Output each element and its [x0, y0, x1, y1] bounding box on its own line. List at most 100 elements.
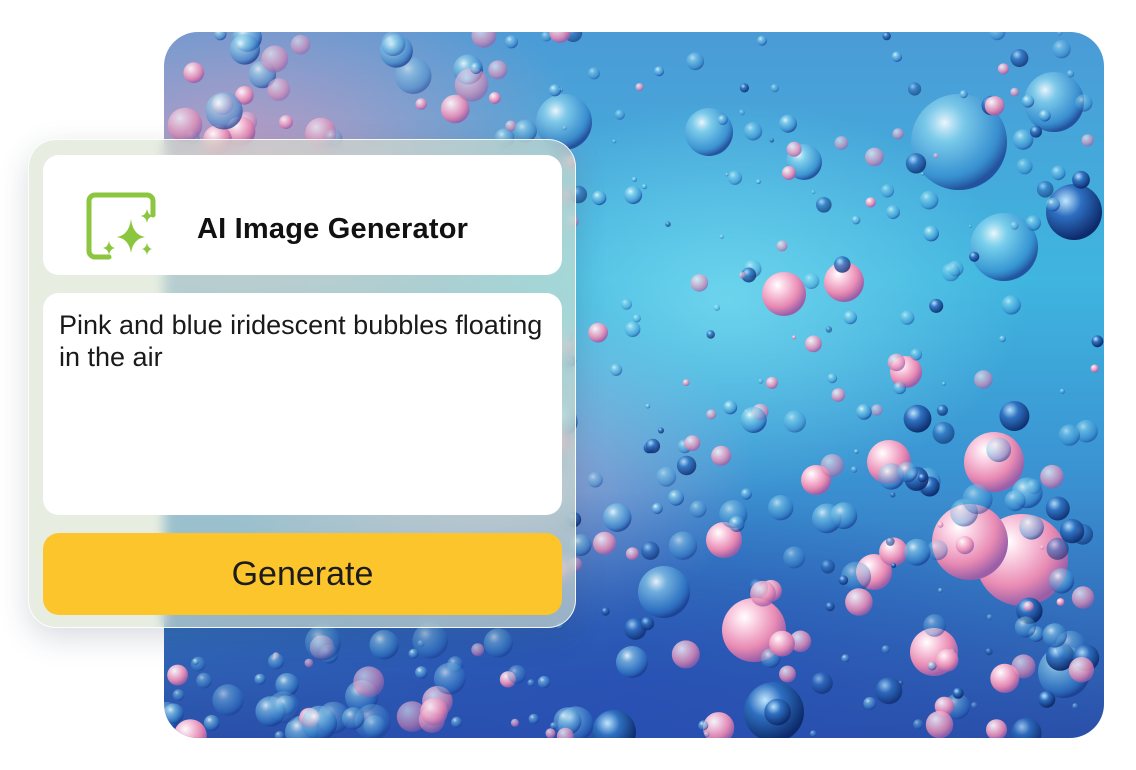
bubble	[1038, 690, 1056, 708]
bubble	[984, 96, 1005, 116]
bubble	[602, 503, 632, 532]
bubble	[635, 83, 644, 92]
bubble	[610, 363, 623, 376]
bubble	[1071, 586, 1095, 609]
bubble	[997, 63, 1009, 75]
bubble	[353, 666, 385, 698]
bubble	[1045, 496, 1070, 521]
bubble	[1048, 568, 1075, 594]
bubble	[903, 538, 931, 566]
bubble	[1011, 654, 1036, 679]
bubble	[865, 147, 884, 167]
bubble	[1016, 158, 1033, 175]
bubble	[1039, 545, 1045, 550]
bubble	[1025, 215, 1041, 231]
bubble	[562, 125, 567, 131]
bubble	[1010, 221, 1019, 230]
bubble	[196, 672, 212, 689]
bubble	[838, 575, 849, 585]
bubble	[1004, 490, 1026, 512]
bubble	[229, 34, 260, 65]
bubble	[1023, 601, 1034, 612]
bubble	[267, 78, 290, 101]
bubble	[706, 409, 717, 420]
bubble	[172, 689, 185, 701]
bubble	[756, 179, 761, 185]
bubble	[658, 427, 664, 434]
bubble	[549, 32, 571, 43]
bubble	[717, 114, 728, 125]
bubble	[886, 205, 900, 220]
bubble	[591, 190, 607, 206]
bubble	[921, 172, 925, 176]
bubble	[739, 83, 750, 93]
bubble	[783, 546, 806, 569]
bubble	[962, 483, 993, 515]
bubble	[192, 658, 199, 665]
bubble	[587, 67, 600, 80]
bubble	[770, 83, 779, 93]
bubble	[887, 353, 906, 372]
bubble	[1091, 335, 1104, 348]
bubble	[656, 466, 677, 487]
bubble	[834, 256, 851, 273]
bubble	[739, 272, 746, 279]
bubble	[890, 492, 896, 498]
bubble	[254, 673, 266, 685]
bubble	[671, 640, 700, 669]
bubble	[803, 273, 820, 289]
generate-button[interactable]: Generate	[43, 533, 562, 615]
bubble	[510, 718, 519, 727]
bubble	[999, 335, 1006, 343]
bubble	[738, 109, 745, 116]
bubble	[1021, 95, 1035, 108]
bubble	[1046, 184, 1102, 240]
bubble	[723, 400, 738, 415]
bubble	[537, 675, 551, 689]
bubble	[593, 531, 616, 555]
bubble	[941, 262, 960, 282]
bubble	[682, 379, 690, 386]
bubble	[871, 404, 883, 416]
bubble	[811, 190, 816, 195]
prompt-input[interactable]: Pink and blue iridescent bubbles floatin…	[43, 293, 562, 515]
bubble	[1052, 40, 1071, 59]
bubble	[1038, 109, 1051, 122]
image-sparkle-icon	[83, 189, 157, 263]
bubble	[900, 310, 915, 325]
bubble	[616, 646, 648, 678]
bubble	[825, 326, 833, 333]
generator-card: AI Image Generator Pink and blue iridesc…	[28, 139, 576, 628]
bubble	[645, 403, 651, 409]
bubble	[601, 607, 610, 616]
bubble	[612, 139, 617, 144]
bubble	[779, 665, 796, 683]
bubble	[1090, 364, 1099, 373]
bubble	[880, 184, 895, 198]
bubble	[588, 322, 608, 343]
bubble	[913, 719, 924, 730]
bubble	[268, 653, 285, 670]
bubble	[625, 547, 639, 561]
bubble	[545, 728, 556, 738]
bubble	[936, 404, 948, 416]
bubble	[1036, 181, 1054, 198]
bubble	[764, 698, 791, 726]
bubble	[665, 221, 671, 227]
bubble	[267, 691, 300, 724]
bubble	[925, 710, 954, 738]
bubble	[927, 661, 937, 671]
bubble	[841, 654, 850, 663]
bubble	[1046, 197, 1060, 212]
bubble	[614, 109, 625, 120]
bubble	[190, 656, 206, 672]
bubble	[454, 68, 489, 102]
bubble	[1057, 32, 1063, 36]
bubble	[1014, 616, 1036, 638]
bubble	[689, 500, 707, 518]
bubble	[969, 251, 980, 262]
bubble	[645, 438, 661, 454]
bubble	[805, 335, 822, 353]
bubble	[167, 107, 203, 143]
bubble	[632, 314, 641, 323]
